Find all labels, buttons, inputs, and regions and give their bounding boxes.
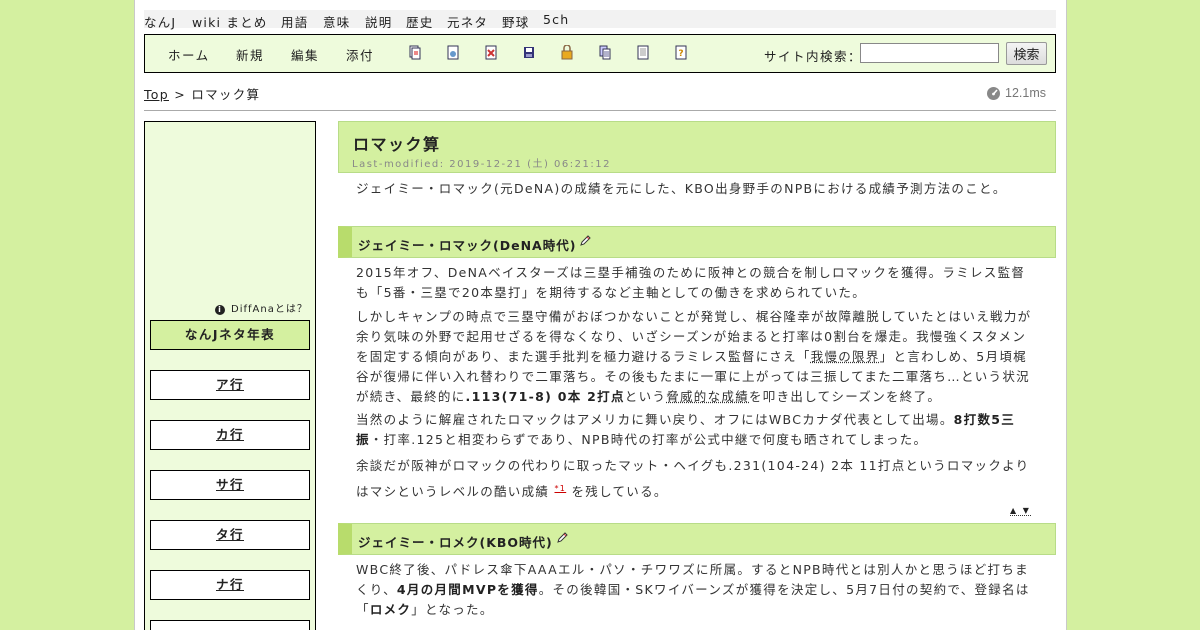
sidebar-item-nenpyo[interactable]: なんJネタ年表 — [150, 320, 310, 350]
paragraph: WBC終了後、パドレス傘下AAAエル・パソ・チワワズに所属。するとNPB時代とは… — [356, 560, 1036, 620]
edit-pencil-icon[interactable] — [580, 235, 592, 246]
page-title: ロマック算 — [353, 135, 441, 154]
text: 余談だが阪神がロマックの代わりに取ったマット・ヘイグも.231(104-24) … — [356, 458, 1030, 500]
search-button[interactable]: 検索 — [1006, 42, 1047, 65]
diff-page-icon[interactable] — [485, 45, 497, 60]
bold-text: .113(71-8) 0本 2打点 — [465, 389, 625, 404]
sidebar-item-ta-gyo[interactable]: タ行 — [150, 520, 310, 550]
wiki-toolbar: ホーム 新規 編集 添付 ? サイト内検索： 検索 — [144, 34, 1056, 73]
diffana-label[interactable]: DiffAnaとは？ — [231, 304, 308, 315]
section-heading-text: ジェイミー・ロマック(DeNA時代) — [358, 238, 577, 253]
paragraph: 当然のように解雇されたロマックはアメリカに舞い戻り、オフにはWBCカナダ代表とし… — [356, 410, 1036, 450]
breadcrumb-top-link[interactable]: Top — [144, 87, 169, 102]
sidebar-item-label[interactable]: タ行 — [216, 527, 244, 542]
sidebar-item-next[interactable] — [150, 620, 310, 630]
sidebar-item-label[interactable]: ア行 — [216, 377, 244, 392]
intro-paragraph: ジェイミー・ロマック(元DeNA)の成績を元にした、KBO出身野手のNPBにおけ… — [356, 181, 1007, 196]
bold-text: 4月の月間MVPを獲得 — [396, 582, 539, 597]
rename-page-icon[interactable] — [447, 45, 459, 60]
top-nav-link-motoneta[interactable]: 元ネタ — [447, 12, 488, 31]
top-nav-link-yougo[interactable]: 用語 — [281, 12, 308, 31]
svg-text:?: ? — [678, 49, 683, 59]
freeze-page-icon[interactable] — [561, 45, 573, 60]
term-link[interactable]: 我慢の限界 — [811, 349, 880, 364]
footnote-link[interactable]: *1 — [554, 484, 566, 493]
text: という — [624, 389, 667, 404]
top-nav-link-yakyu[interactable]: 野球 — [502, 12, 529, 31]
site-top-nav: なんJ wiki まとめ 用語 意味 説明 歴史 元ネタ 野球 5ch — [144, 10, 1056, 31]
text: を叩き出してシーズンを終了。 — [749, 389, 942, 404]
recent-changes-icon[interactable] — [637, 45, 649, 60]
sidebar-item-label[interactable]: ナ行 — [216, 577, 244, 592]
sidebar-item-a-gyo[interactable]: ア行 — [150, 370, 310, 400]
top-nav-link-imi[interactable]: 意味 — [323, 12, 350, 31]
backup-page-icon[interactable] — [523, 45, 535, 60]
edit-pencil-icon[interactable] — [556, 532, 568, 543]
bold-text: ロメク — [369, 602, 412, 617]
section-nav-arrows[interactable]: ▲ ▼ — [1010, 506, 1031, 516]
search-label: サイト内検索： — [764, 49, 863, 64]
speedometer-icon — [987, 87, 1000, 100]
sidebar-item-ka-gyo[interactable]: カ行 — [150, 420, 310, 450]
text: ・打率.125と相変わらずであり、NPB時代の打率が公式中継で何度も晒されてしま… — [369, 432, 928, 447]
text: を残している。 — [571, 484, 668, 500]
sidebar-item-sa-gyo[interactable]: サ行 — [150, 470, 310, 500]
attach-link[interactable]: 添付 — [346, 45, 374, 64]
sidebar-item-label[interactable]: なんJネタ年表 — [185, 327, 275, 342]
page-title-box: ロマック算 Last-modified: 2019-12-21 (土) 06:2… — [338, 121, 1056, 173]
diffana-link[interactable]: i DiffAnaとは？ — [215, 300, 308, 315]
home-link[interactable]: ホーム — [168, 45, 210, 64]
page-container: なんJ wiki まとめ 用語 意味 説明 歴史 元ネタ 野球 5ch ホーム … — [134, 0, 1067, 630]
top-nav-link-setsumei[interactable]: 説明 — [365, 12, 392, 31]
paragraph: 余談だが阪神がロマックの代わりに取ったマット・ヘイグも.231(104-24) … — [356, 454, 1036, 503]
breadcrumb-current: ロマック算 — [191, 87, 261, 102]
breadcrumb-separator: > — [169, 87, 192, 102]
section-heading-text: ジェイミー・ロメク(KBO時代) — [358, 535, 553, 550]
sidebar-item-label[interactable]: サ行 — [216, 477, 244, 492]
new-page-link[interactable]: 新規 — [236, 45, 264, 64]
top-nav-link-nanj[interactable]: なんJ — [144, 12, 176, 31]
header-divider — [144, 110, 1056, 111]
sidebar-item-label[interactable]: カ行 — [216, 427, 244, 442]
sidebar-item-na-gyo[interactable]: ナ行 — [150, 570, 310, 600]
search-input[interactable] — [860, 43, 999, 63]
last-modified: Last-modified: 2019-12-21 (土) 06:21:12 — [352, 159, 611, 170]
help-icon[interactable]: ? — [675, 45, 687, 60]
text: 」となった。 — [411, 602, 494, 617]
section-heading-kbo: ジェイミー・ロメク(KBO時代) — [338, 523, 1056, 555]
top-nav-link-5ch[interactable]: 5ch — [543, 12, 569, 27]
top-nav-link-wiki-matome[interactable]: wiki まとめ — [192, 12, 267, 31]
info-icon: i — [215, 305, 225, 315]
term-link[interactable]: 脅威的な成績 — [666, 389, 749, 404]
edit-link[interactable]: 編集 — [291, 45, 319, 64]
breadcrumb: Top > ロマック算 — [144, 84, 260, 103]
paragraph: しかしキャンプの時点で三塁守備がおぼつかないことが発覚し、梶谷隆幸が故障離脱して… — [356, 307, 1036, 407]
ad-area — [145, 122, 315, 297]
page-list-icon[interactable] — [599, 45, 611, 60]
paragraph: 2015年オフ、DeNAベイスターズは三塁手補強のために阪神との競合を制しロマッ… — [356, 265, 1026, 300]
top-nav-link-rekishi[interactable]: 歴史 — [406, 12, 433, 31]
render-time-value: 12.1ms — [1005, 86, 1046, 100]
text: 当然のように解雇されたロマックはアメリカに舞い戻り、オフにはWBCカナダ代表とし… — [356, 412, 954, 427]
sidebar: i DiffAnaとは？ なんJネタ年表 ア行 カ行 サ行 タ行 ナ行 — [144, 121, 316, 630]
section-heading-dena: ジェイミー・ロマック(DeNA時代) — [338, 226, 1056, 258]
copy-page-icon[interactable] — [409, 45, 421, 60]
